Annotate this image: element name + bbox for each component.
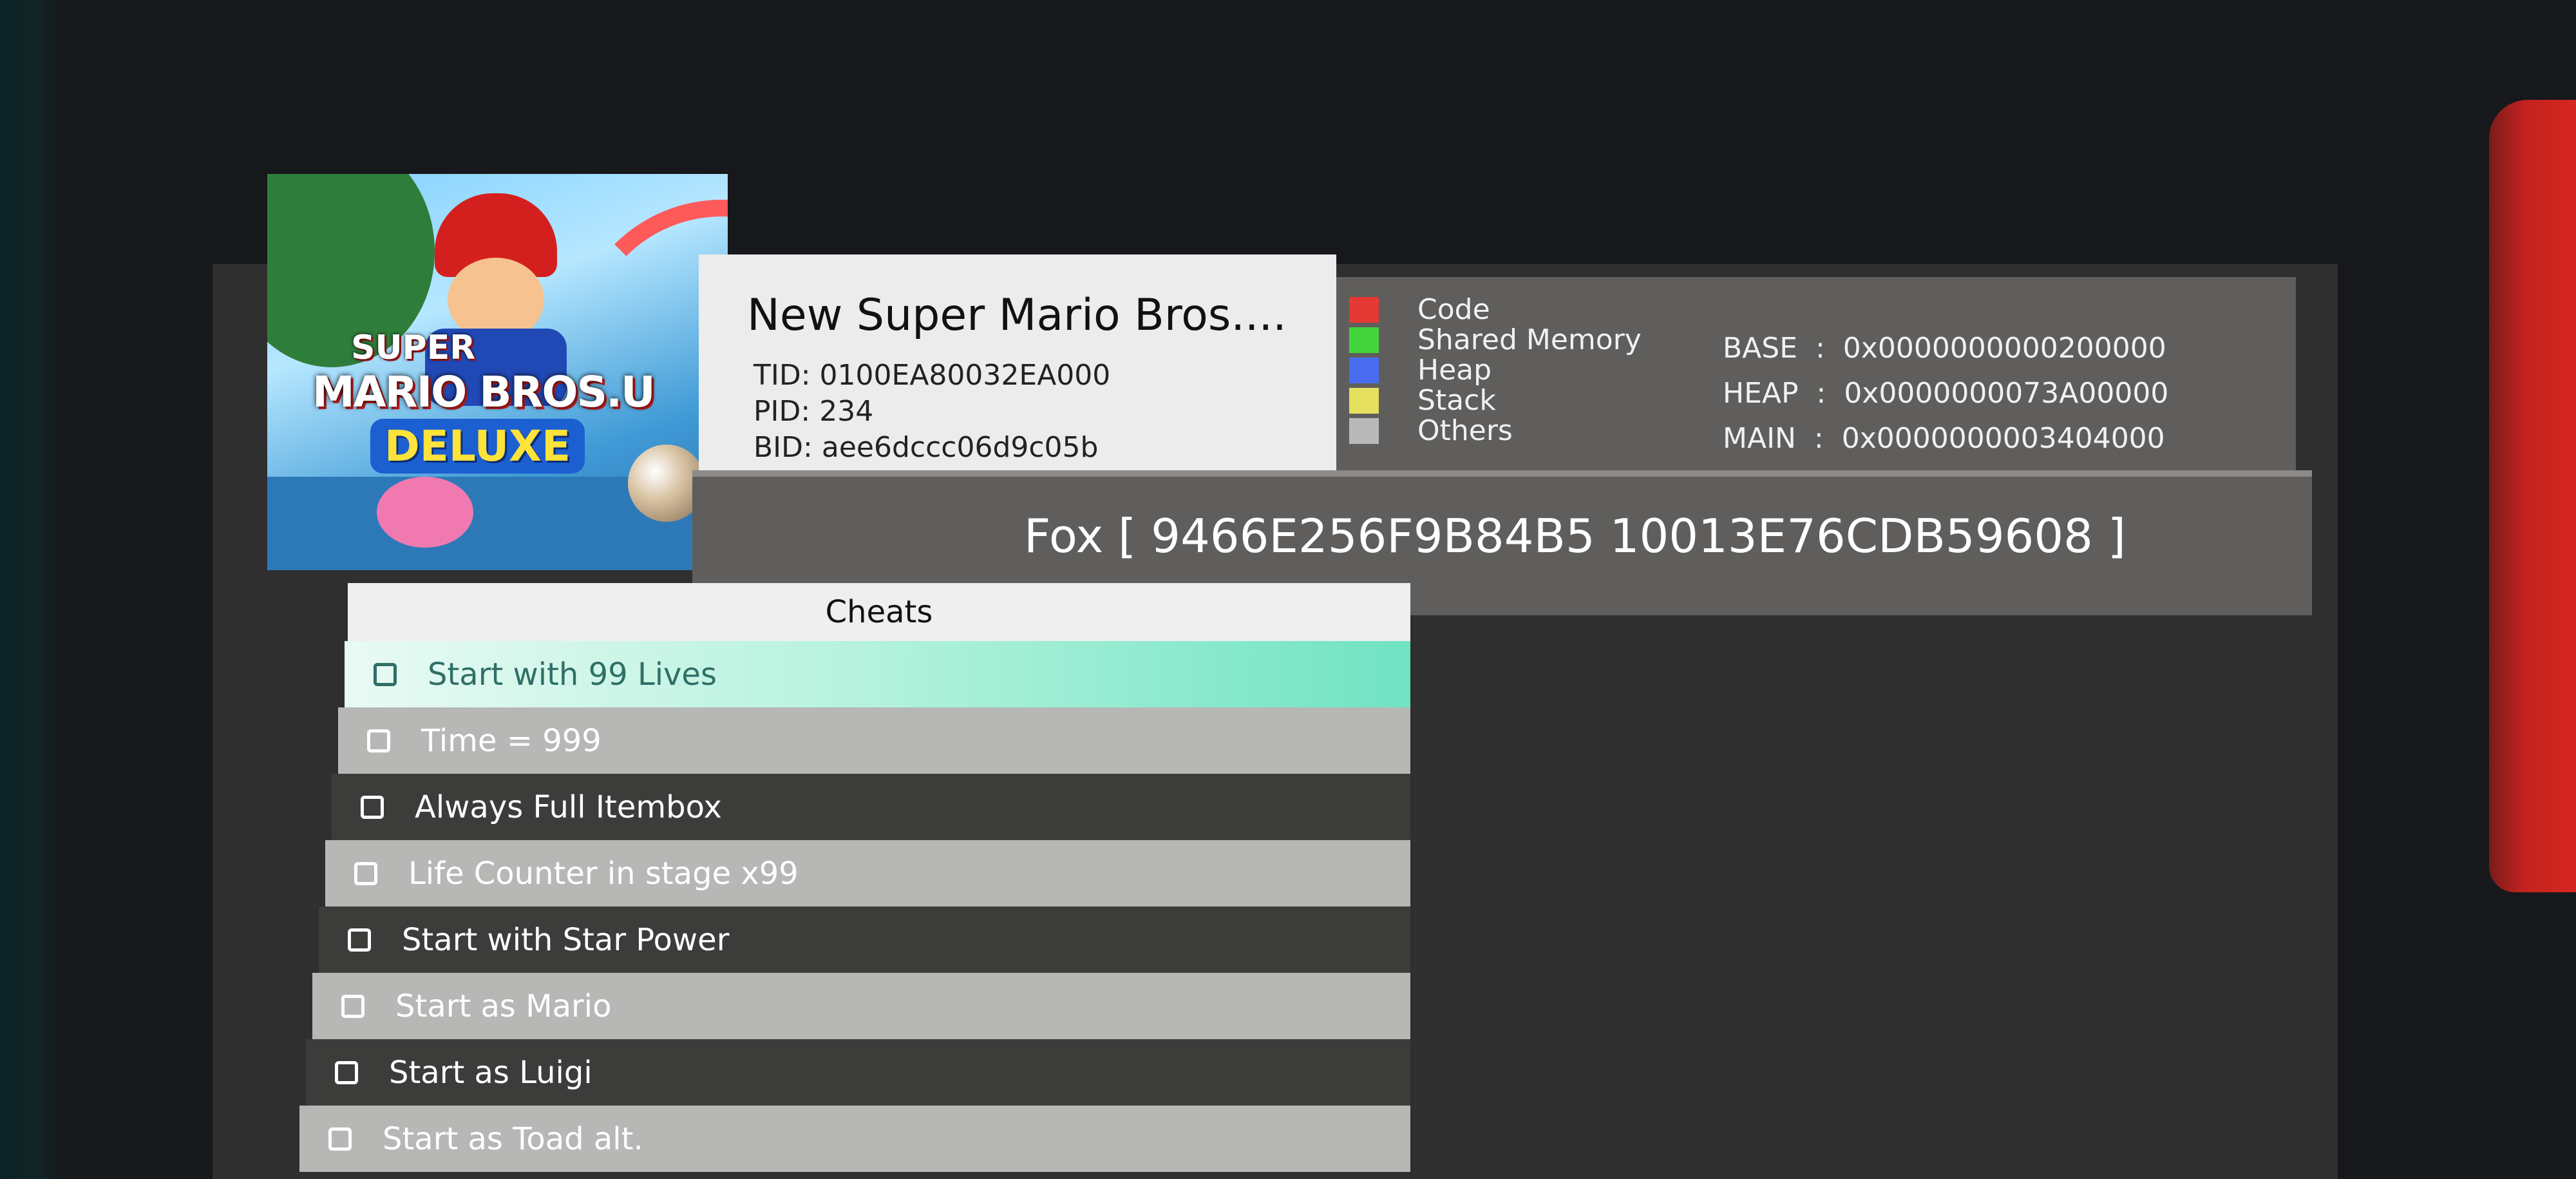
cheat-label: Always Full Itembox (415, 789, 722, 825)
address-main: MAIN : 0x0000000003404000 (1723, 422, 2165, 455)
cover-logo-deluxe: DELUXE (370, 419, 585, 474)
cheat-label: Life Counter in stage x99 (408, 855, 799, 892)
address-label: HEAP (1723, 377, 1799, 410)
legend-stack: Stack (1349, 384, 1496, 417)
cheat-label: Start with Star Power (402, 921, 730, 958)
address-heap: HEAP : 0x0000000073A00000 (1723, 377, 2169, 410)
legend-label: Code (1417, 293, 1490, 326)
checkbox-icon[interactable] (328, 1127, 352, 1151)
cheat-list-header: Cheats (348, 583, 1410, 641)
cheat-label: Time = 999 (421, 722, 601, 759)
cover-logo-super: SUPER (351, 329, 476, 367)
cheat-item[interactable]: Start as Toad alt. (299, 1106, 1410, 1172)
checkbox-icon[interactable] (361, 795, 384, 819)
cheat-item[interactable]: Life Counter in stage x99 (325, 840, 1410, 906)
cheat-list: Cheats Start with 99 Lives Time = 999 Al… (293, 573, 1414, 1179)
game-info-card: New Super Mario Bros.... TID: 0100EA8003… (699, 254, 1336, 486)
cheat-label: Start as Toad alt. (383, 1120, 643, 1157)
legend-swatch (1349, 357, 1379, 383)
cheat-item[interactable]: Start as Mario (312, 973, 1410, 1039)
checkbox-icon[interactable] (374, 662, 397, 686)
cheat-item[interactable]: Start with Star Power (319, 906, 1410, 973)
legend-swatch (1349, 417, 1379, 444)
legend-shared-memory: Shared Memory (1349, 323, 1642, 356)
address-label: BASE (1723, 332, 1798, 365)
legend-others: Others (1349, 414, 1513, 447)
build-id-text: Fox [ 9466E256F9B84B5 10013E76CDB59608 ] (1024, 509, 2126, 563)
device-bezel (0, 0, 61, 1179)
legend-code: Code (1349, 293, 1490, 326)
build-id: BID: aee6dccc06d9c05b (753, 431, 1099, 464)
legend-swatch (1349, 387, 1379, 414)
checkbox-icon[interactable] (335, 1060, 358, 1084)
address-value: 0x0000000000200000 (1842, 332, 2166, 365)
game-cover-art: SUPER MARIO BROS.U DELUXE (267, 174, 728, 570)
game-ids: TID: 0100EA80032EA000 PID: 234 BID: aee6… (753, 358, 1110, 466)
process-id: PID: 234 (753, 395, 874, 428)
cheat-item[interactable]: Start with 99 Lives (345, 641, 1410, 707)
cheat-label: Start as Luigi (389, 1054, 592, 1091)
legend-swatch (1349, 296, 1379, 323)
memory-info-panel: Code Shared Memory Heap Stack Others BAS… (1336, 277, 2296, 499)
details-panel (1414, 615, 2312, 1179)
legend-label: Stack (1417, 384, 1496, 417)
checkbox-icon[interactable] (348, 928, 371, 952)
address-value: 0x0000000073A00000 (1844, 377, 2169, 410)
checkbox-icon[interactable] (341, 994, 365, 1018)
address-value: 0x0000000003404000 (1841, 422, 2165, 455)
cheat-item[interactable]: Time = 999 (338, 707, 1410, 774)
legend-label: Others (1417, 414, 1513, 447)
checkbox-icon[interactable] (367, 729, 390, 752)
cheat-item[interactable]: Always Full Itembox (332, 774, 1410, 840)
game-title: New Super Mario Bros.... (747, 290, 1287, 341)
cheat-item[interactable]: Start as Luigi (306, 1039, 1410, 1106)
cheat-label: Start with 99 Lives (428, 656, 717, 693)
divider (692, 470, 2312, 477)
cheat-label: Start as Mario (395, 988, 612, 1024)
legend-swatch (1349, 327, 1379, 353)
legend-label: Heap (1417, 354, 1492, 387)
legend-heap: Heap (1349, 354, 1492, 387)
address-base: BASE : 0x0000000000200000 (1723, 332, 2166, 365)
title-id: TID: 0100EA80032EA000 (753, 359, 1111, 392)
address-label: MAIN (1723, 422, 1796, 455)
joycon-controller (2489, 100, 2576, 892)
legend-label: Shared Memory (1417, 323, 1642, 356)
checkbox-icon[interactable] (354, 861, 377, 885)
cover-logo-title: MARIO BROS.U (312, 367, 656, 417)
